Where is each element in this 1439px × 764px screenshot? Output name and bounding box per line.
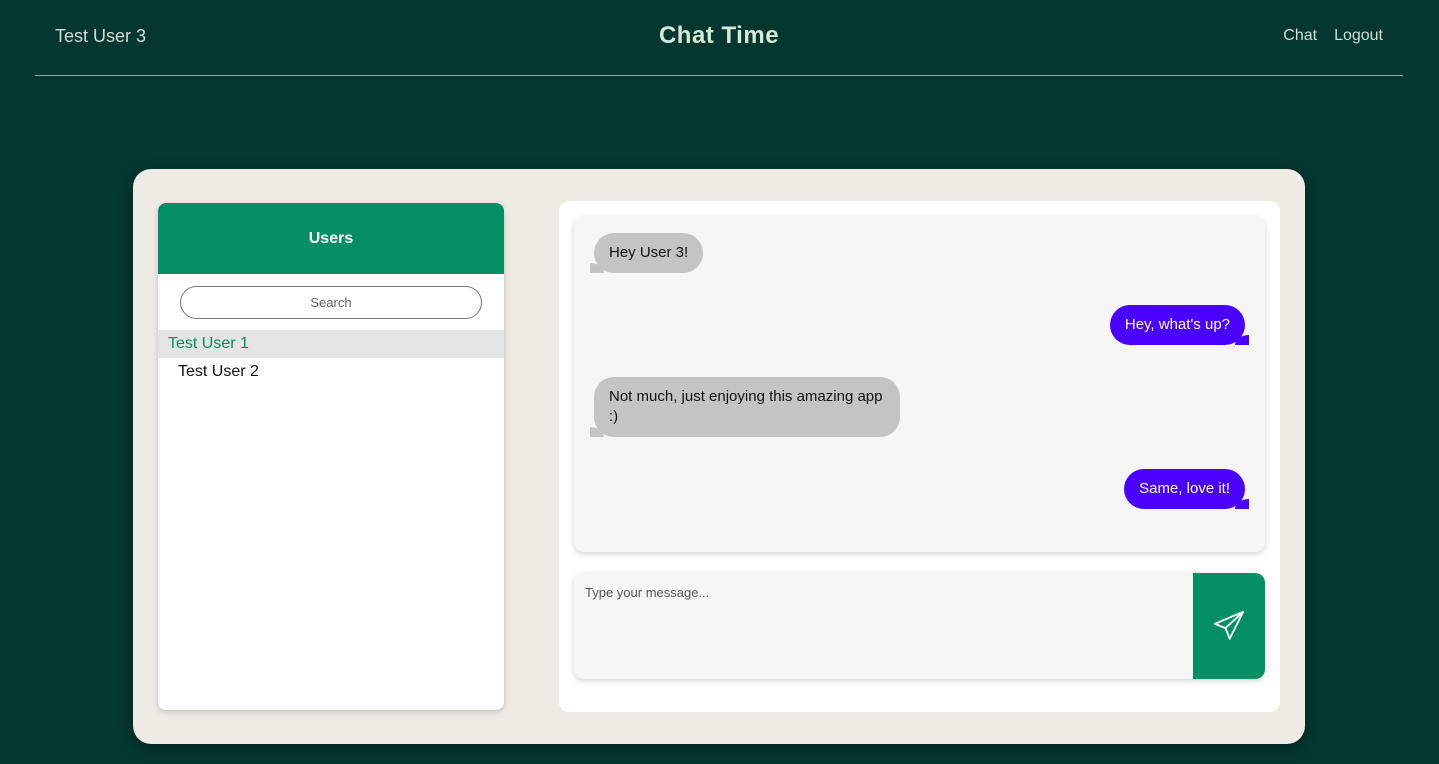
nav-links: Chat Logout <box>1283 27 1383 45</box>
users-panel: Users Test User 1 Test User 2 <box>158 203 504 710</box>
message-bubble-outgoing: Same, love it! <box>1124 469 1249 509</box>
message-composer <box>574 573 1265 679</box>
user-search-input[interactable] <box>180 285 482 319</box>
app-brand-title: Chat Time <box>658 22 780 49</box>
chat-panel: Hey User 3! Hey, what's up? Not much, ju… <box>559 201 1280 712</box>
user-search-wrapper <box>158 274 504 330</box>
chat-card: Users Test User 1 Test User 2 Hey User 3… <box>133 169 1305 744</box>
nav-logout-link[interactable]: Logout <box>1334 27 1383 45</box>
message-bubble-incoming: Not much, just enjoying this amazing app… <box>590 377 900 437</box>
current-user-name: Test User 3 <box>55 26 147 46</box>
paper-plane-icon <box>1213 610 1245 640</box>
user-list: Test User 1 Test User 2 <box>158 330 504 386</box>
user-list-item[interactable]: Test User 2 <box>158 358 504 386</box>
top-navbar: Test User 3 Chat Time Chat Logout <box>35 0 1403 76</box>
users-panel-title: Users <box>158 203 504 274</box>
nav-chat-link[interactable]: Chat <box>1283 27 1317 45</box>
send-button[interactable] <box>1193 573 1265 679</box>
user-list-item-selected[interactable]: Test User 1 <box>158 330 504 358</box>
message-bubble-outgoing: Hey, what's up? <box>1109 305 1250 345</box>
message-list: Hey User 3! Hey, what's up? Not much, ju… <box>574 216 1265 552</box>
message-input[interactable] <box>574 573 1193 679</box>
message-bubble-incoming: Hey User 3! <box>589 233 704 273</box>
